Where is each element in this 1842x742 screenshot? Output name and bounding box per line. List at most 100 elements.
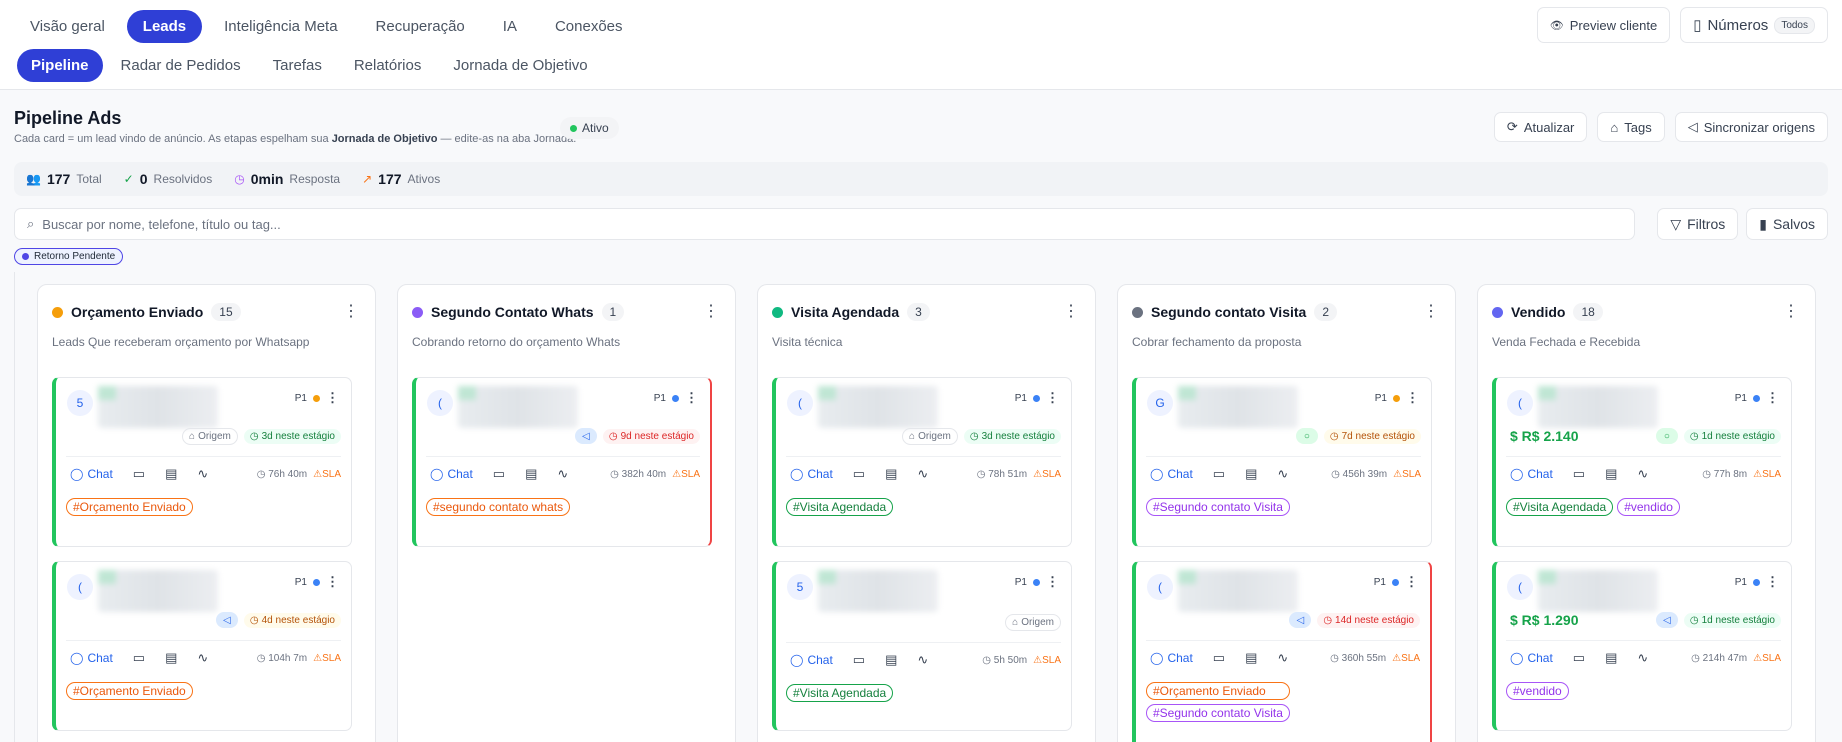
origin-badge[interactable]: ⌂ Origem bbox=[1005, 614, 1061, 631]
hashtag-chip[interactable]: #Orçamento Enviado bbox=[66, 498, 193, 516]
tab-tarefas[interactable]: Tarefas bbox=[259, 49, 336, 82]
origin-badge[interactable]: ⌂ Origem bbox=[902, 428, 958, 445]
lead-card[interactable]: ( P1 ⋮ $ R$ 2.140 ○ ◷ 1d neste estágio ◯ Ch… bbox=[1492, 377, 1792, 547]
chat-button[interactable]: ◯ Chat bbox=[1150, 467, 1193, 481]
tab-pipeline[interactable]: Pipeline bbox=[17, 49, 103, 82]
hashtag-chip[interactable]: #segundo contato whats bbox=[426, 498, 571, 516]
activity-icon[interactable]: ∿ bbox=[1277, 466, 1288, 482]
whatsapp-origin-icon[interactable]: ○ bbox=[1655, 428, 1678, 444]
whatsapp-origin-icon[interactable]: ○ bbox=[1295, 428, 1318, 444]
preview-client-button[interactable]: 👁 Preview cliente bbox=[1536, 7, 1671, 43]
card-actions: ◯ Chat ▭ ▤ ∿ ◷ 104h 7m ⚠SLA bbox=[70, 650, 341, 666]
file-icon[interactable]: ▭ bbox=[853, 652, 865, 668]
numbers-button[interactable]: ▯ Números Todos bbox=[1680, 7, 1828, 43]
document-icon[interactable]: ▤ bbox=[885, 466, 897, 482]
hashtag-chip[interactable]: #vendido bbox=[1617, 498, 1680, 516]
document-icon[interactable]: ▤ bbox=[1245, 650, 1257, 666]
hashtag-chip[interactable]: #Visita Agendada bbox=[786, 684, 894, 702]
search-input[interactable] bbox=[42, 216, 1543, 232]
tab-ia[interactable]: IA bbox=[487, 10, 533, 43]
activity-icon[interactable]: ∿ bbox=[917, 652, 928, 668]
hashtag-chip[interactable]: #Orçamento Enviado bbox=[66, 682, 193, 700]
file-icon[interactable]: ▭ bbox=[1573, 466, 1585, 482]
megaphone-origin-icon[interactable]: ◁ bbox=[215, 612, 238, 628]
active-tag-filter[interactable]: Retorno Pendente bbox=[14, 248, 124, 265]
chat-button[interactable]: ◯ Chat bbox=[1510, 467, 1553, 481]
lead-card[interactable]: 5 P1 ⋮ ⌂ Origem ◷ 3d neste estágio ◯ Chat ▭ … bbox=[52, 377, 352, 547]
document-icon[interactable]: ▤ bbox=[885, 652, 897, 668]
card-menu-icon[interactable]: ⋮ bbox=[1406, 390, 1419, 406]
card-menu-icon[interactable]: ⋮ bbox=[1046, 390, 1059, 406]
activity-icon[interactable]: ∿ bbox=[197, 466, 208, 482]
megaphone-origin-icon[interactable]: ◁ bbox=[1655, 612, 1678, 628]
lead-card[interactable]: ( P1 ⋮ ◁ ◷ 9d neste estágio ◯ Chat ▭ ▤ ∿ ◷ … bbox=[412, 377, 712, 547]
hashtag-chip[interactable]: #Segundo contato Visita bbox=[1146, 704, 1290, 722]
chat-button[interactable]: ◯ Chat bbox=[790, 467, 833, 481]
activity-icon[interactable]: ∿ bbox=[557, 466, 568, 482]
chat-button[interactable]: ◯ Chat bbox=[70, 651, 113, 665]
hashtag-chip[interactable]: #Visita Agendada bbox=[786, 498, 894, 516]
lead-card[interactable]: ( P1 ⋮ $ R$ 1.290 ◁ ◷ 1d neste estágio ◯ Ch… bbox=[1492, 561, 1792, 731]
tab-conexoes[interactable]: Conexões bbox=[539, 10, 639, 43]
lead-card[interactable]: ( P1 ⋮ ◁ ◷ 14d neste estágio ◯ Chat ▭ ▤ ∿ ◷… bbox=[1132, 561, 1432, 742]
saved-button[interactable]: ▮ Salvos bbox=[1746, 208, 1828, 240]
document-icon[interactable]: ▤ bbox=[165, 466, 177, 482]
activity-icon[interactable]: ∿ bbox=[1637, 466, 1648, 482]
lead-card[interactable]: G P1 ⋮ ○ ◷ 7d neste estágio ◯ Chat ▭ ▤ ∿ ◷ … bbox=[1132, 377, 1432, 547]
activity-icon[interactable]: ∿ bbox=[917, 466, 928, 482]
column-menu-icon[interactable]: ⋮ bbox=[1063, 301, 1079, 321]
column-menu-icon[interactable]: ⋮ bbox=[1783, 301, 1799, 321]
tab-leads[interactable]: Leads bbox=[126, 10, 203, 43]
activity-icon[interactable]: ∿ bbox=[1637, 650, 1648, 666]
activity-icon[interactable]: ∿ bbox=[197, 650, 208, 666]
tab-relatorios[interactable]: Relatórios bbox=[340, 49, 436, 82]
card-menu-icon[interactable]: ⋮ bbox=[1766, 390, 1779, 406]
chat-button[interactable]: ◯ Chat bbox=[790, 653, 833, 667]
tab-recuperacao[interactable]: Recuperação bbox=[360, 10, 481, 43]
chat-button[interactable]: ◯ Chat bbox=[1150, 651, 1193, 665]
column-menu-icon[interactable]: ⋮ bbox=[343, 301, 359, 321]
file-icon[interactable]: ▭ bbox=[1573, 650, 1585, 666]
column-menu-icon[interactable]: ⋮ bbox=[1423, 301, 1439, 321]
activity-icon[interactable]: ∿ bbox=[1277, 650, 1288, 666]
document-icon[interactable]: ▤ bbox=[1605, 466, 1617, 482]
card-menu-icon[interactable]: ⋮ bbox=[1405, 574, 1418, 590]
card-menu-icon[interactable]: ⋮ bbox=[326, 574, 339, 590]
lead-card[interactable]: ( P1 ⋮ ⌂ Origem ◷ 3d neste estágio ◯ Chat ▭ … bbox=[772, 377, 1072, 547]
file-icon[interactable]: ▭ bbox=[853, 466, 865, 482]
tab-jornada-de-objetivo[interactable]: Jornada de Objetivo bbox=[439, 49, 601, 82]
document-icon[interactable]: ▤ bbox=[525, 466, 537, 482]
file-icon[interactable]: ▭ bbox=[1213, 650, 1225, 666]
file-icon[interactable]: ▭ bbox=[1213, 466, 1225, 482]
chat-button[interactable]: ◯ Chat bbox=[1510, 651, 1553, 665]
hashtag-chip[interactable]: #vendido bbox=[1506, 682, 1569, 700]
card-menu-icon[interactable]: ⋮ bbox=[326, 390, 339, 406]
tab-visao-geral[interactable]: Visão geral bbox=[14, 10, 121, 43]
sync-origins-button[interactable]: ◁ Sincronizar origens bbox=[1674, 112, 1828, 142]
tab-radar-de-pedidos[interactable]: Radar de Pedidos bbox=[107, 49, 255, 82]
card-menu-icon[interactable]: ⋮ bbox=[1766, 574, 1779, 590]
megaphone-origin-icon[interactable]: ◁ bbox=[574, 428, 597, 444]
lead-card[interactable]: ( P1 ⋮ ◁ ◷ 4d neste estágio ◯ Chat ▭ ▤ ∿ ◷ … bbox=[52, 561, 352, 731]
document-icon[interactable]: ▤ bbox=[165, 650, 177, 666]
refresh-button[interactable]: ⟳ Atualizar bbox=[1493, 112, 1588, 142]
hashtag-chip[interactable]: #Segundo contato Visita bbox=[1146, 498, 1290, 516]
filters-button[interactable]: ▽ Filtros bbox=[1657, 208, 1739, 240]
file-icon[interactable]: ▭ bbox=[493, 466, 505, 482]
document-icon[interactable]: ▤ bbox=[1245, 466, 1257, 482]
lead-card[interactable]: 5 P1 ⋮ ⌂ Origem ◯ Chat ▭ ▤ ∿ ◷ 5h 50m ⚠SLA… bbox=[772, 561, 1072, 731]
chat-button[interactable]: ◯ Chat bbox=[70, 467, 113, 481]
origin-badge[interactable]: ⌂ Origem bbox=[182, 428, 238, 445]
card-menu-icon[interactable]: ⋮ bbox=[1046, 574, 1059, 590]
document-icon[interactable]: ▤ bbox=[1605, 650, 1617, 666]
column-menu-icon[interactable]: ⋮ bbox=[703, 301, 719, 321]
file-icon[interactable]: ▭ bbox=[133, 650, 145, 666]
tab-inteligencia-meta[interactable]: Inteligência Meta bbox=[208, 10, 353, 43]
card-menu-icon[interactable]: ⋮ bbox=[685, 390, 698, 406]
hashtag-chip[interactable]: #Orçamento Enviado bbox=[1146, 682, 1290, 700]
file-icon[interactable]: ▭ bbox=[133, 466, 145, 482]
chat-button[interactable]: ◯ Chat bbox=[430, 467, 473, 481]
megaphone-origin-icon[interactable]: ◁ bbox=[1289, 612, 1312, 628]
hashtag-chip[interactable]: #Visita Agendada bbox=[1506, 498, 1614, 516]
tags-button[interactable]: ⌂ Tags bbox=[1597, 112, 1665, 142]
